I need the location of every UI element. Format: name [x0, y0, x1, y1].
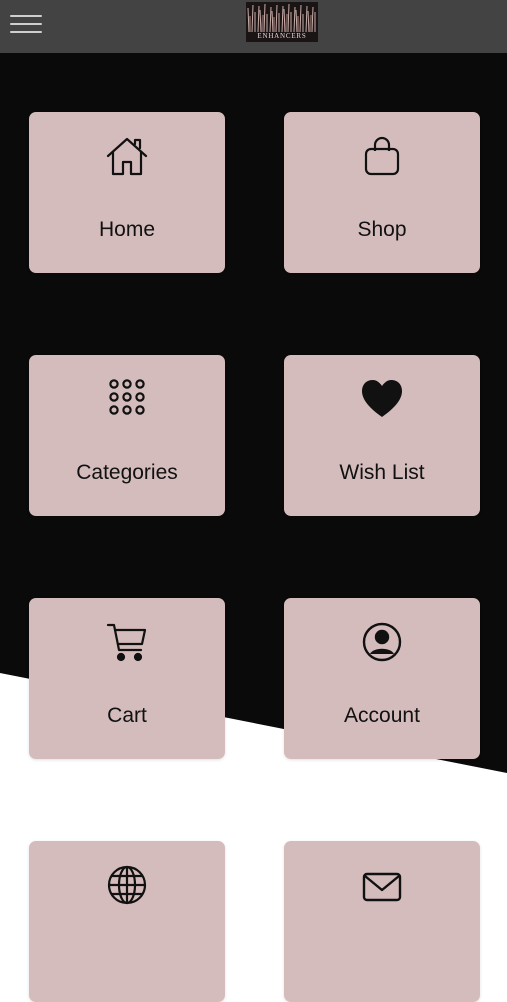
categories-tile[interactable]: Categories: [29, 355, 225, 516]
mail-icon: [360, 863, 404, 907]
cart-tile[interactable]: Cart: [29, 598, 225, 759]
grid-dots-icon: [105, 377, 149, 421]
shop-label: Shop: [357, 218, 407, 241]
shop-tile[interactable]: Shop: [284, 112, 480, 273]
contact-tile[interactable]: [284, 841, 480, 1002]
cart-label: Cart: [107, 704, 147, 727]
wish-list-tile[interactable]: Wish List: [284, 355, 480, 516]
cart-icon: [105, 620, 149, 664]
home-icon: [105, 134, 149, 178]
language-tile[interactable]: [29, 841, 225, 1002]
hamburger-line: [10, 23, 42, 25]
home-label: Home: [98, 218, 156, 241]
categories-label: Categories: [76, 461, 178, 484]
shopping-bag-icon: [360, 134, 404, 178]
logo-lash-graphic: [247, 3, 316, 32]
menu-button[interactable]: [10, 12, 44, 36]
account-icon: [360, 620, 404, 664]
account-label: Account: [344, 704, 420, 727]
heart-icon: [360, 377, 404, 421]
globe-icon: [105, 863, 149, 907]
hamburger-line: [10, 31, 42, 33]
app-header: ENHANCERS: [0, 0, 507, 53]
brand-logo[interactable]: ENHANCERS: [246, 2, 318, 42]
home-tile[interactable]: Home: [29, 112, 225, 273]
account-tile[interactable]: Account: [284, 598, 480, 759]
hamburger-menu-icon: [10, 15, 42, 17]
wish-list-label: Wish List: [339, 461, 425, 484]
logo-text: ENHANCERS: [257, 32, 307, 40]
